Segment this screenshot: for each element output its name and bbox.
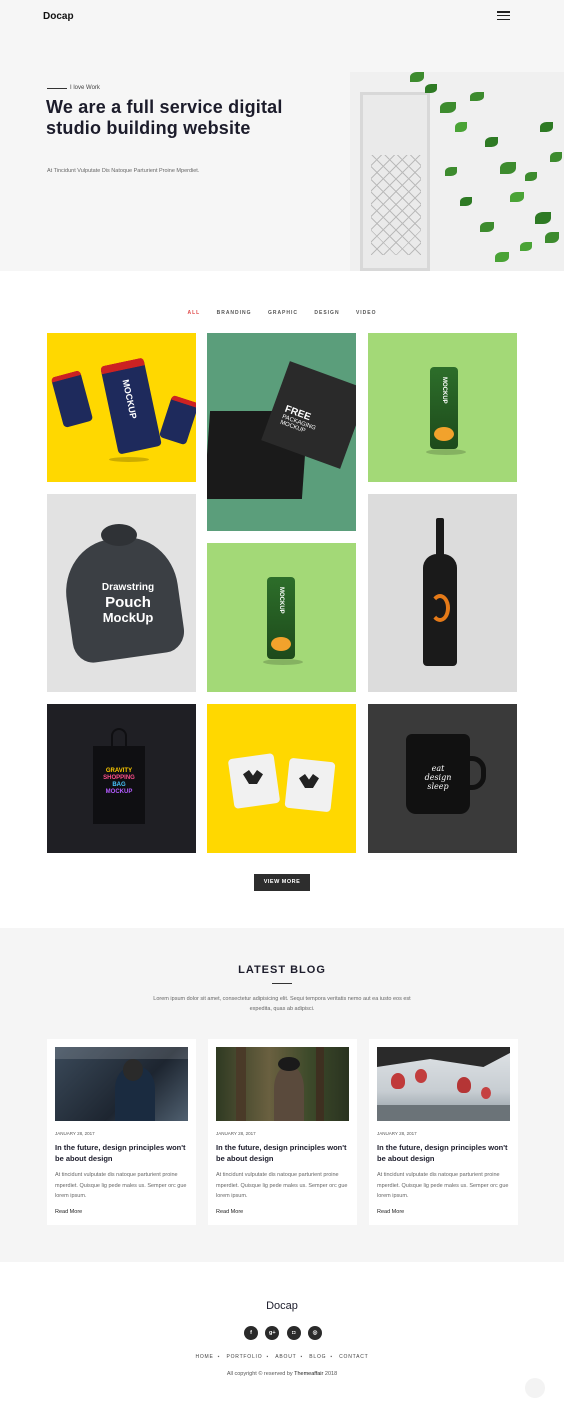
filter-branding[interactable]: BRANDING: [217, 310, 252, 316]
scroll-to-top-button[interactable]: [525, 1378, 545, 1398]
blog-card[interactable]: JANUARY 28, 2017 In the future, design p…: [208, 1039, 357, 1225]
dribbble-icon[interactable]: ◎: [307, 1326, 322, 1340]
mug-label-1: eat: [431, 764, 445, 773]
pouch-label-3: MockUp: [102, 610, 154, 625]
footer-nav-home[interactable]: HOME: [195, 1354, 213, 1360]
hero-subtitle: At Tincidunt Vulputate Dis Natoque Partu…: [47, 168, 200, 174]
hero-eyebrow: I love Work: [47, 85, 100, 91]
copyright-brand[interactable]: Themeaffair: [294, 1371, 323, 1377]
hero-section: Docap I love Work We are a full service …: [0, 0, 564, 271]
read-more-link[interactable]: Read More: [216, 1209, 243, 1215]
portfolio-item-can-green[interactable]: MOCKUP: [368, 333, 517, 482]
blog-image[interactable]: [377, 1047, 510, 1121]
portfolio-item-green-can[interactable]: MOCKUP: [207, 543, 356, 692]
pouch-label-2: Pouch: [105, 594, 151, 611]
portfolio-item-bottle[interactable]: [368, 494, 517, 692]
blog-post-title[interactable]: In the future, design principles won't b…: [216, 1142, 349, 1164]
blog-card[interactable]: JANUARY 28, 2017 In the future, design p…: [369, 1039, 518, 1225]
facebook-icon[interactable]: f: [244, 1326, 258, 1340]
mug-label-2: design: [424, 773, 452, 782]
can-green-label: MOCKUP: [441, 377, 447, 404]
footer-nav-portfolio[interactable]: PORTFOLIO: [226, 1354, 262, 1360]
green-can-label: MOCKUP: [278, 587, 284, 614]
blog-date: JANUARY 28, 2017: [377, 1131, 417, 1136]
blog-image[interactable]: [55, 1047, 188, 1121]
can-label: MOCKUP: [120, 378, 139, 420]
footer-logo[interactable]: Docap: [0, 1300, 564, 1312]
view-more-button[interactable]: VIEW MORE: [254, 874, 310, 891]
footer-nav-about[interactable]: ABOUT: [275, 1354, 296, 1360]
portfolio-filters: ALL BRANDING GRAPHIC DESIGN VIDEO: [0, 310, 564, 316]
mug-label-3: sleep: [427, 782, 449, 791]
blog-date: JANUARY 28, 2017: [216, 1131, 256, 1136]
portfolio-item-shopping-bag[interactable]: GRAVITY SHOPPING BAG MOCKUP: [47, 704, 196, 853]
blog-image[interactable]: [216, 1047, 349, 1121]
footer-nav-contact[interactable]: CONTACT: [339, 1354, 368, 1360]
blog-post-title[interactable]: In the future, design principles won't b…: [377, 1142, 510, 1164]
blog-title: LATEST BLOG: [238, 964, 326, 976]
instagram-icon[interactable]: ◘: [286, 1326, 301, 1340]
google-plus-icon[interactable]: g+: [265, 1326, 280, 1340]
site-logo[interactable]: Docap: [43, 11, 74, 22]
portfolio-item-drawstring-pouch[interactable]: Drawstring Pouch MockUp: [47, 494, 196, 692]
social-links: f g+ ◘ ◎: [244, 1326, 322, 1340]
blog-excerpt: At tincidunt vulputate dis natoque partu…: [216, 1172, 348, 1199]
blog-post-title[interactable]: In the future, design principles won't b…: [55, 1142, 188, 1164]
filter-graphic[interactable]: GRAPHIC: [268, 310, 298, 316]
blog-description: Lorem ipsum dolor sit amet, consectetur …: [153, 996, 411, 1012]
hero-title: We are a full service digital studio bui…: [46, 97, 283, 138]
footer-nav-blog[interactable]: BLOG: [309, 1354, 326, 1360]
hero-image: [350, 72, 564, 271]
blog-excerpt: At tincidunt vulputate dis natoque partu…: [377, 1172, 509, 1199]
blog-excerpt: At tincidunt vulputate dis natoque partu…: [55, 1172, 187, 1199]
bag-label-3: BAG: [112, 782, 126, 788]
filter-all[interactable]: ALL: [187, 310, 200, 316]
blog-date: JANUARY 28, 2017: [55, 1131, 95, 1136]
pouch-label-1: Drawstring: [101, 582, 155, 593]
read-more-link[interactable]: Read More: [377, 1209, 404, 1215]
blog-divider: [272, 983, 292, 984]
hamburger-icon[interactable]: [497, 11, 510, 21]
filter-video[interactable]: VIDEO: [356, 310, 377, 316]
read-more-link[interactable]: Read More: [55, 1209, 82, 1215]
blog-card[interactable]: JANUARY 28, 2017 In the future, design p…: [47, 1039, 196, 1225]
footer-nav: HOME ▪ PORTFOLIO ▪ ABOUT ▪ BLOG ▪ CONTACT: [195, 1354, 369, 1360]
portfolio-item-mugs[interactable]: [207, 704, 356, 853]
copyright: All copyright © reserved by Themeaffair …: [226, 1371, 338, 1377]
bag-label-2: SHOPPING: [103, 775, 135, 781]
filter-design[interactable]: DESIGN: [314, 310, 339, 316]
portfolio-item-packaging[interactable]: FREE PACKAGING MOCKUP: [207, 333, 356, 531]
bag-label-1: GRAVITY: [105, 768, 133, 774]
portfolio-item-black-mug[interactable]: eat design sleep: [368, 704, 517, 853]
bag-label-4: MOCKUP: [105, 789, 133, 795]
portfolio-item-can-mockup[interactable]: MOCKUP: [47, 333, 196, 482]
